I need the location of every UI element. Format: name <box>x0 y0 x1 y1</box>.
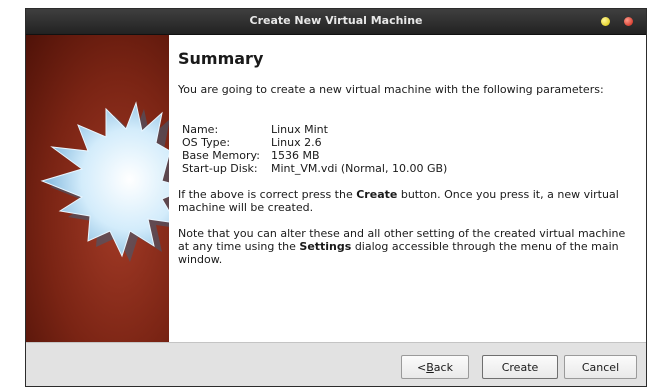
param-value: 1536 MB <box>271 149 320 162</box>
summary-page: Summary You are going to create a new vi… <box>169 35 646 342</box>
settings-keyword: Settings <box>299 240 352 253</box>
title-bar[interactable]: Create New Virtual Machine <box>26 9 646 35</box>
param-name: Name: Linux Mint <box>182 123 447 136</box>
intro-text: You are going to create a new virtual ma… <box>178 83 604 96</box>
button-bar: < Back Create Cancel <box>26 342 646 386</box>
back-button-prefix: < <box>417 360 427 374</box>
minimize-icon[interactable] <box>601 17 610 26</box>
param-value: Mint_VM.vdi (Normal, 10.00 GB) <box>271 162 448 175</box>
parameters-list: Name: Linux Mint OS Type: Linux 2.6 Base M… <box>182 123 447 175</box>
param-value: Linux 2.6 <box>271 136 322 149</box>
starburst-icon <box>40 101 169 262</box>
param-key: OS Type: <box>182 136 231 149</box>
back-button[interactable]: < Back <box>401 355 469 379</box>
back-button-mnemonic: B <box>426 360 434 374</box>
param-key: Base Memory: <box>182 149 260 162</box>
wizard-window: Create New Virtual Machine Summary You a… <box>25 8 647 387</box>
param-key: Start-up Disk: <box>182 162 258 175</box>
create-button[interactable]: Create <box>482 355 558 379</box>
param-base-memory: Base Memory: 1536 MB <box>182 149 447 162</box>
cancel-button[interactable]: Cancel <box>564 355 637 379</box>
create-keyword: Create <box>356 188 398 201</box>
page-title: Summary <box>178 49 264 68</box>
param-os-type: OS Type: Linux 2.6 <box>182 136 447 149</box>
close-icon[interactable] <box>624 17 633 26</box>
note-text: Note that you can alter these and all ot… <box>178 227 638 266</box>
param-key: Name: <box>182 123 219 136</box>
back-button-rest: ack <box>433 360 453 374</box>
wizard-side-panel <box>26 35 169 342</box>
window-title: Create New Virtual Machine <box>249 14 423 27</box>
confirm-text: If the above is correct press the Create… <box>178 188 638 214</box>
confirm-text-start: If the above is correct press the <box>178 188 357 201</box>
param-startup-disk: Start-up Disk: Mint_VM.vdi (Normal, 10.00… <box>182 162 447 175</box>
param-value: Linux Mint <box>271 123 328 136</box>
